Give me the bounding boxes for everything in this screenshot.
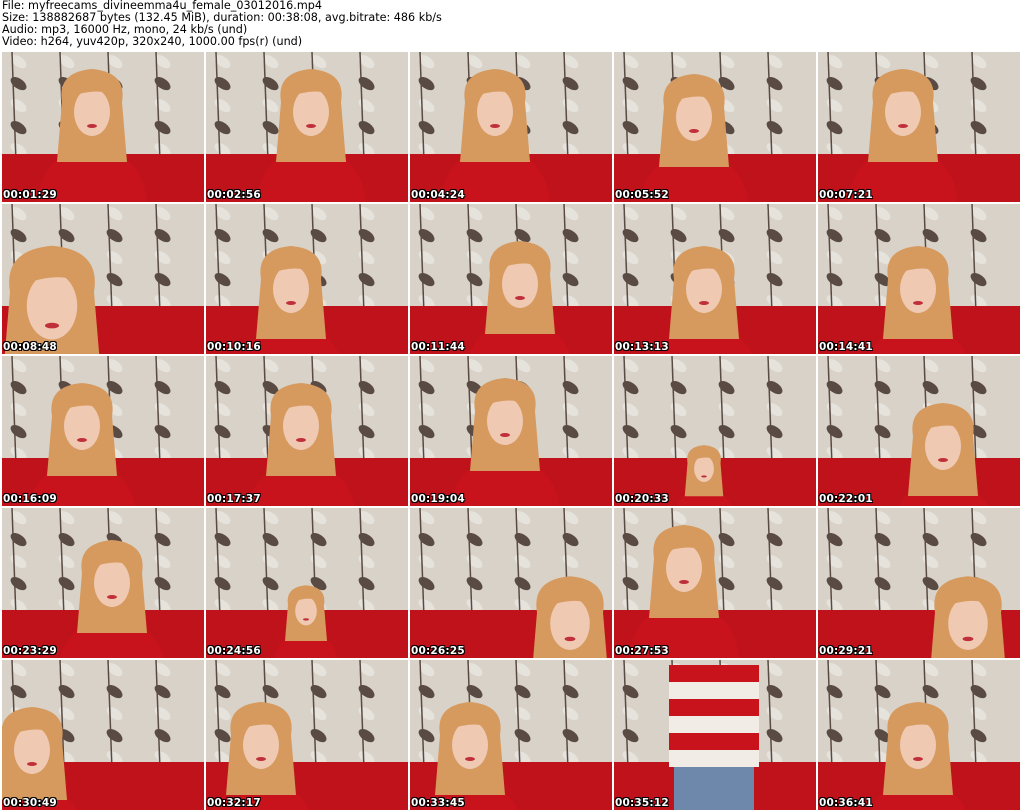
thumbnail-timestamp: 00:26:25 bbox=[411, 645, 465, 657]
thumbnail-timestamp: 00:19:04 bbox=[411, 493, 465, 505]
thumbnail-image bbox=[614, 356, 816, 506]
thumbnail-timestamp: 00:05:52 bbox=[615, 189, 669, 201]
thumbnail-timestamp: 00:27:53 bbox=[615, 645, 669, 657]
thumbnail-timestamp: 00:02:56 bbox=[207, 189, 261, 201]
thumbnail-timestamp: 00:24:56 bbox=[207, 645, 261, 657]
video-thumbnail: 00:20:33 bbox=[614, 356, 816, 506]
video-thumbnail: 00:10:16 bbox=[206, 204, 408, 354]
thumbnail-image bbox=[206, 660, 408, 810]
video-thumbnail: 00:11:44 bbox=[410, 204, 612, 354]
thumbnail-image bbox=[614, 508, 816, 658]
thumbnail-timestamp: 00:14:41 bbox=[819, 341, 873, 353]
video-thumbnail: 00:13:13 bbox=[614, 204, 816, 354]
file-info-header: File: myfreecams_divineemma4u_female_030… bbox=[2, 0, 1022, 50]
thumbnail-image bbox=[818, 204, 1020, 354]
video-thumbnail: 00:02:56 bbox=[206, 52, 408, 202]
thumbnail-image bbox=[410, 508, 612, 658]
video-thumbnail: 00:23:29 bbox=[2, 508, 204, 658]
thumbnail-timestamp: 00:23:29 bbox=[3, 645, 57, 657]
thumbnail-image bbox=[206, 356, 408, 506]
video-thumbnail: 00:29:21 bbox=[818, 508, 1020, 658]
thumbnail-image bbox=[2, 508, 204, 658]
video-line: Video: h264, yuv420p, 320x240, 1000.00 f… bbox=[2, 35, 303, 48]
video-thumbnail: 00:04:24 bbox=[410, 52, 612, 202]
thumbnail-timestamp: 00:30:49 bbox=[3, 797, 57, 809]
video-thumbnail: 00:19:04 bbox=[410, 356, 612, 506]
thumbnail-image bbox=[2, 356, 204, 506]
video-thumbnail: 00:14:41 bbox=[818, 204, 1020, 354]
thumbnail-timestamp: 00:08:48 bbox=[3, 341, 57, 353]
thumbnail-image bbox=[410, 52, 612, 202]
thumbnail-image bbox=[410, 204, 612, 354]
thumbnail-timestamp: 00:35:12 bbox=[615, 797, 669, 809]
thumbnail-timestamp: 00:17:37 bbox=[207, 493, 261, 505]
thumbnail-grid: 00:01:29 00:02:56 00:04:24 00:05:52 00:07:21… bbox=[2, 52, 1022, 810]
thumbnail-image bbox=[206, 508, 408, 658]
thumbnail-timestamp: 00:10:16 bbox=[207, 341, 261, 353]
video-thumbnail: 00:05:52 bbox=[614, 52, 816, 202]
thumbnail-image bbox=[206, 52, 408, 202]
thumbnail-timestamp: 00:36:41 bbox=[819, 797, 873, 809]
video-thumbnail: 00:22:01 bbox=[818, 356, 1020, 506]
thumbnail-timestamp: 00:04:24 bbox=[411, 189, 465, 201]
thumbnail-image bbox=[818, 52, 1020, 202]
thumbnail-timestamp: 00:11:44 bbox=[411, 341, 465, 353]
thumbnail-image bbox=[206, 204, 408, 354]
thumbnail-image bbox=[2, 660, 204, 810]
thumbnail-timestamp: 00:33:45 bbox=[411, 797, 465, 809]
video-thumbnail: 00:26:25 bbox=[410, 508, 612, 658]
thumbnail-timestamp: 00:29:21 bbox=[819, 645, 873, 657]
video-thumbnail: 00:30:49 bbox=[2, 660, 204, 810]
video-thumbnail: 00:07:21 bbox=[818, 52, 1020, 202]
thumbnail-image bbox=[818, 508, 1020, 658]
thumbnail-image bbox=[410, 356, 612, 506]
thumbnail-image bbox=[2, 204, 204, 354]
thumbnail-timestamp: 00:13:13 bbox=[615, 341, 669, 353]
video-thumbnail: 00:24:56 bbox=[206, 508, 408, 658]
video-thumbnail: 00:27:53 bbox=[614, 508, 816, 658]
thumbnail-image bbox=[614, 660, 816, 810]
thumbnail-timestamp: 00:01:29 bbox=[3, 189, 57, 201]
video-thumbnail: 00:16:09 bbox=[2, 356, 204, 506]
video-thumbnail: 00:08:48 bbox=[2, 204, 204, 354]
thumbnail-timestamp: 00:16:09 bbox=[3, 493, 57, 505]
thumbnail-image bbox=[410, 660, 612, 810]
video-thumbnail: 00:33:45 bbox=[410, 660, 612, 810]
video-thumbnail: 00:35:12 bbox=[614, 660, 816, 810]
thumbnail-timestamp: 00:07:21 bbox=[819, 189, 873, 201]
thumbnail-timestamp: 00:20:33 bbox=[615, 493, 669, 505]
thumbnail-image bbox=[818, 356, 1020, 506]
video-thumbnail: 00:36:41 bbox=[818, 660, 1020, 810]
video-thumbnail: 00:17:37 bbox=[206, 356, 408, 506]
thumbnail-image bbox=[2, 52, 204, 202]
thumbnail-image bbox=[614, 204, 816, 354]
thumbnail-timestamp: 00:22:01 bbox=[819, 493, 873, 505]
video-thumbnail: 00:32:17 bbox=[206, 660, 408, 810]
thumbnail-image bbox=[818, 660, 1020, 810]
video-thumbnail: 00:01:29 bbox=[2, 52, 204, 202]
thumbnail-image bbox=[614, 52, 816, 202]
thumbnail-timestamp: 00:32:17 bbox=[207, 797, 261, 809]
